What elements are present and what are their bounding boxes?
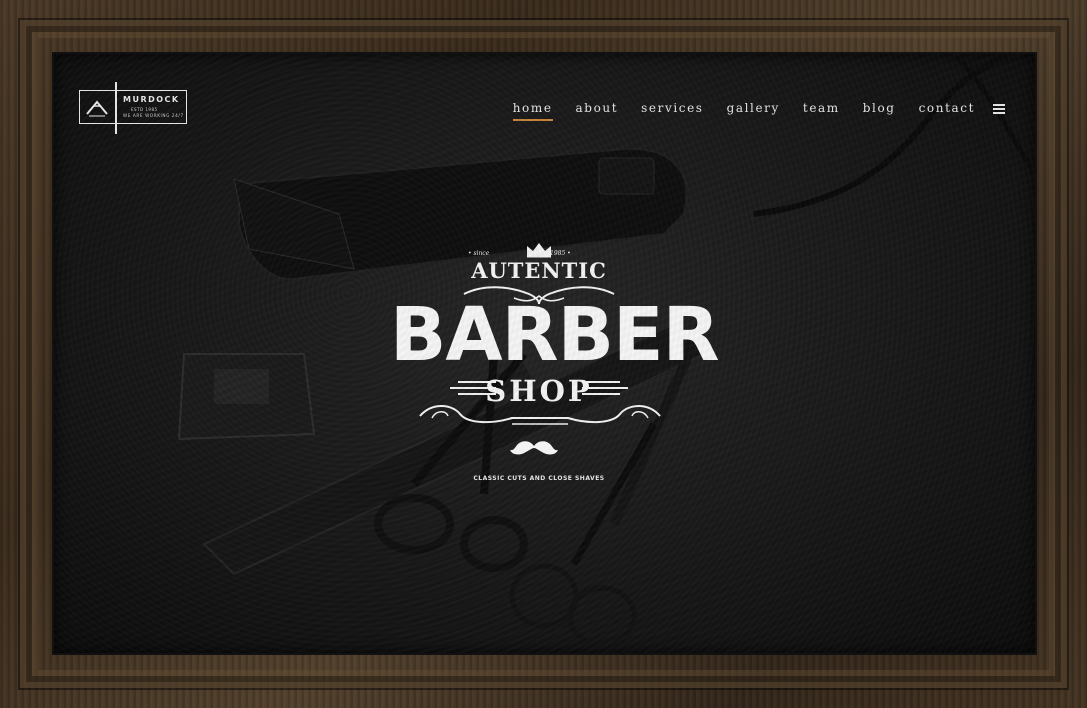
main-nav: home about services gallery team blog co… xyxy=(490,101,1005,121)
since-left: • since xyxy=(468,250,490,257)
logo-tagline: WE ARE WORKING 24/7 xyxy=(123,113,184,118)
hero-background: MURDOCK ESTD 1985 WE ARE WORKING 24/7 ho… xyxy=(54,54,1035,653)
hero-tagline: CLASSIC CUTS AND CLOSE SHAVES xyxy=(473,475,605,482)
nav-item-team[interactable]: team xyxy=(803,101,840,119)
mustache-icon xyxy=(510,441,558,455)
nav-item-about[interactable]: about xyxy=(576,101,619,119)
logo-divider xyxy=(115,82,117,134)
nav-item-home[interactable]: home xyxy=(512,101,553,121)
brand-logo[interactable]: MURDOCK ESTD 1985 WE ARE WORKING 24/7 xyxy=(79,82,189,134)
hamburger-icon[interactable] xyxy=(993,103,1005,114)
logo-name: MURDOCK xyxy=(123,95,180,104)
flourish-bottom-icon xyxy=(419,405,661,425)
razor-icon xyxy=(86,100,108,117)
crown-icon xyxy=(527,243,551,258)
barber-title: BARBER xyxy=(390,292,720,378)
nav-item-contact[interactable]: contact xyxy=(919,101,975,119)
hero-emblem: • since 1985 • AUTENTIC BARBER SHOP CLAS… xyxy=(390,236,720,482)
logo-est: ESTD 1985 xyxy=(131,107,158,112)
autentic-title: AUTENTIC xyxy=(471,258,607,283)
nav-item-gallery[interactable]: gallery xyxy=(727,101,780,119)
nav-item-services[interactable]: services xyxy=(641,101,703,119)
nav-item-blog[interactable]: blog xyxy=(863,101,896,119)
